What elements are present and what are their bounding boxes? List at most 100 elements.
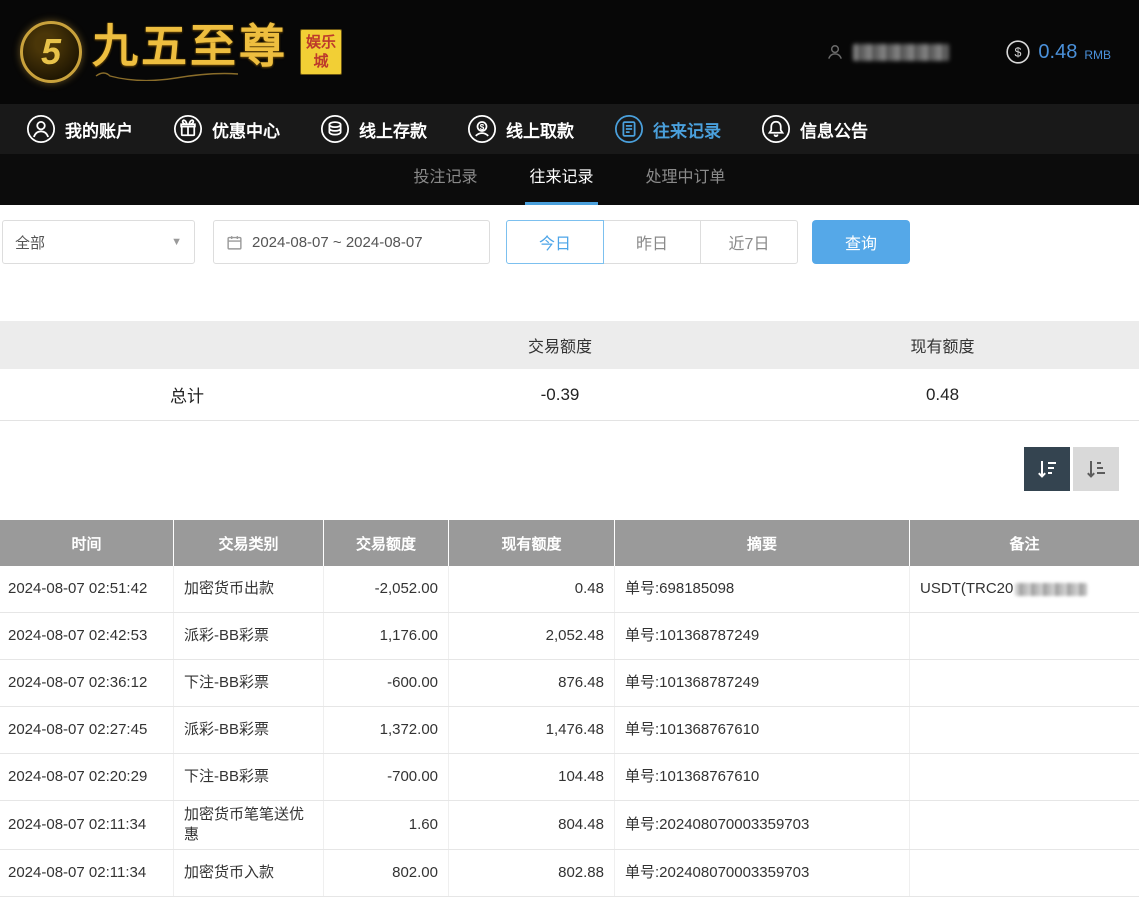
nav-label: 优惠中心	[212, 117, 280, 142]
sort-controls	[0, 447, 1139, 491]
cell-balance: 0.48	[449, 566, 615, 612]
nav-label: 我的账户	[65, 117, 133, 142]
col-header-type: 交易类别	[174, 520, 324, 566]
cell-time: 2024-08-07 02:36:12	[0, 660, 174, 706]
masked-note	[1015, 583, 1087, 596]
nav-item-transaction-records[interactable]: 往来记录	[614, 114, 721, 144]
summary-header-transaction: 交易额度	[374, 333, 746, 357]
cell-amount: -600.00	[324, 660, 449, 706]
sort-ascending-icon	[1084, 457, 1108, 481]
brand-flourish-icon	[92, 71, 242, 81]
quick-last7days-button[interactable]: 近7日	[700, 220, 798, 264]
date-range-input[interactable]: 2024-08-07 ~ 2024-08-07	[213, 220, 490, 264]
sort-ascending-button[interactable]	[1073, 447, 1119, 491]
nav-item-deposit[interactable]: 线上存款	[320, 114, 427, 144]
sort-descending-button[interactable]	[1024, 447, 1070, 491]
cell-note	[910, 801, 1139, 849]
nav-item-announcements[interactable]: 信息公告	[761, 114, 868, 144]
quick-yesterday-button[interactable]: 昨日	[603, 220, 701, 264]
summary-total-balance: 0.48	[746, 385, 1139, 405]
cell-amount: 1.60	[324, 801, 449, 849]
cell-note	[910, 850, 1139, 896]
nav-label: 信息公告	[800, 117, 868, 142]
summary-header-row: 交易额度 现有额度	[0, 321, 1139, 369]
cell-summary: 单号:202408070003359703	[615, 801, 910, 849]
sub-nav: 投注记录 往来记录 处理中订单	[0, 154, 1139, 205]
cell-type: 加密货币笔笔送优惠	[174, 801, 324, 849]
cell-summary: 单号:101368767610	[615, 707, 910, 753]
cell-note	[910, 660, 1139, 706]
nav-item-withdraw[interactable]: $ 线上取款	[467, 114, 574, 144]
balance[interactable]: $ 0.48 RMB	[1005, 39, 1111, 65]
tab-betting-records[interactable]: 投注记录	[409, 154, 481, 205]
table-row: 2024-08-07 02:36:12 下注-BB彩票 -600.00 876.…	[0, 660, 1139, 707]
cell-amount: 802.00	[324, 850, 449, 896]
tab-transaction-records[interactable]: 往来记录	[525, 154, 597, 205]
table-header-row: 时间 交易类别 交易额度 现有额度 摘要 备注	[0, 520, 1139, 566]
cell-balance: 104.48	[449, 754, 615, 800]
nav-label: 线上取款	[506, 117, 574, 142]
search-button[interactable]: 查询	[812, 220, 910, 264]
table-row: 2024-08-07 02:42:53 派彩-BB彩票 1,176.00 2,0…	[0, 613, 1139, 660]
svg-text:$: $	[1015, 46, 1022, 60]
cell-type: 派彩-BB彩票	[174, 613, 324, 659]
nav-label: 往来记录	[653, 117, 721, 142]
table-row: 2024-08-07 02:51:42 加密货币出款 -2,052.00 0.4…	[0, 566, 1139, 613]
cell-type: 下注-BB彩票	[174, 754, 324, 800]
nav-item-my-account[interactable]: 我的账户	[26, 114, 133, 144]
user-icon	[26, 114, 56, 144]
col-header-summary: 摘要	[615, 520, 910, 566]
deposit-coin-icon	[320, 114, 350, 144]
bell-icon	[761, 114, 791, 144]
gift-icon	[173, 114, 203, 144]
main-nav: 我的账户 优惠中心 线上存款 $ 线上取款 往来记录 信息公告	[0, 104, 1139, 154]
user-avatar-icon	[825, 42, 845, 62]
cell-summary: 单号:698185098	[615, 566, 910, 612]
cell-amount: 1,176.00	[324, 613, 449, 659]
cell-time: 2024-08-07 02:51:42	[0, 566, 174, 612]
cell-balance: 876.48	[449, 660, 615, 706]
table-row: 2024-08-07 02:11:34 加密货币入款 802.00 802.88…	[0, 850, 1139, 897]
col-header-note: 备注	[910, 520, 1139, 566]
cell-time: 2024-08-07 02:20:29	[0, 754, 174, 800]
cell-amount: 1,372.00	[324, 707, 449, 753]
cell-amount: -700.00	[324, 754, 449, 800]
balance-currency: RMB	[1084, 43, 1111, 62]
summary-table: 交易额度 现有额度 总计 -0.39 0.48	[0, 321, 1139, 421]
cell-balance: 1,476.48	[449, 707, 615, 753]
col-header-amount: 交易额度	[324, 520, 449, 566]
tab-processing-orders[interactable]: 处理中订单	[642, 154, 730, 205]
svg-text:$: $	[480, 123, 485, 132]
site-header: 5 九五至尊 娱乐城 $ 0.48 RMB	[0, 0, 1139, 104]
col-header-balance: 现有额度	[449, 520, 615, 566]
note-text: USDT(TRC20	[920, 579, 1013, 599]
cell-balance: 802.88	[449, 850, 615, 896]
type-select[interactable]: 全部 ▼	[2, 220, 195, 264]
quick-date-group: 今日 昨日 近7日	[506, 220, 798, 264]
table-row: 2024-08-07 02:20:29 下注-BB彩票 -700.00 104.…	[0, 754, 1139, 801]
brand-logo[interactable]: 5 九五至尊 娱乐城	[20, 21, 342, 83]
cell-summary: 单号:101368787249	[615, 660, 910, 706]
currency-dollar-icon: $	[1005, 39, 1031, 65]
summary-total-row: 总计 -0.39 0.48	[0, 369, 1139, 421]
user-account[interactable]	[825, 42, 949, 62]
cell-summary: 单号:101368767610	[615, 754, 910, 800]
date-range-value: 2024-08-07 ~ 2024-08-07	[252, 234, 423, 251]
masked-username	[853, 44, 949, 61]
cell-type: 派彩-BB彩票	[174, 707, 324, 753]
col-header-time: 时间	[0, 520, 174, 566]
cell-note: USDT(TRC20	[910, 566, 1139, 612]
withdraw-coin-icon: $	[467, 114, 497, 144]
brand-title: 九五至尊	[92, 23, 288, 69]
summary-total-transaction: -0.39	[374, 385, 746, 405]
nav-item-promotions[interactable]: 优惠中心	[173, 114, 280, 144]
cell-balance: 804.48	[449, 801, 615, 849]
chevron-down-icon: ▼	[171, 236, 182, 248]
cell-note	[910, 754, 1139, 800]
summary-header-balance: 现有额度	[746, 333, 1139, 357]
cell-type: 下注-BB彩票	[174, 660, 324, 706]
cell-time: 2024-08-07 02:11:34	[0, 801, 174, 849]
cell-type: 加密货币入款	[174, 850, 324, 896]
cell-time: 2024-08-07 02:42:53	[0, 613, 174, 659]
quick-today-button[interactable]: 今日	[506, 220, 604, 264]
